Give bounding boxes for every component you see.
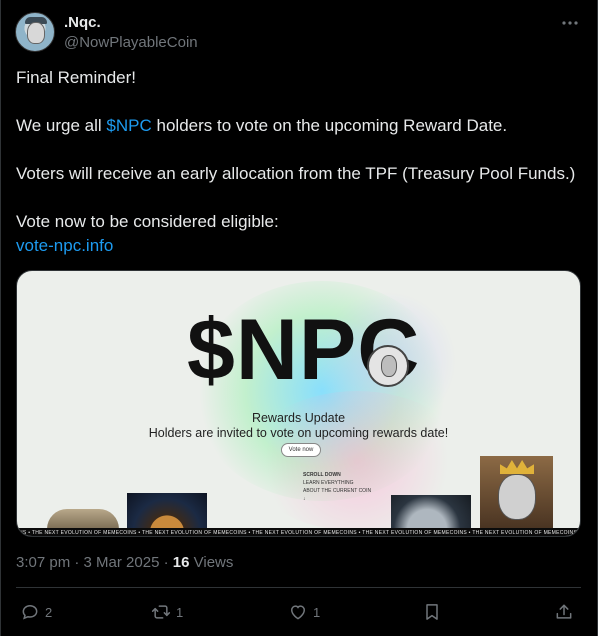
npc-face-shape [381,355,397,377]
tweet-line: We urge all $NPC holders to vote on the … [16,114,581,138]
media-rewards-title: Rewards Update [251,411,346,425]
divider [16,587,581,588]
media-thumbnail [391,495,471,529]
tweet-line: Vote now to be considered eligible: [16,212,279,231]
tweet-line: Final Reminder! [16,68,136,87]
more-horizontal-icon [562,21,578,25]
bookmark-button[interactable] [422,598,442,626]
crown-icon [500,460,534,474]
share-icon [556,604,572,619]
media-ticker-band: NS • THE NEXT EVOLUTION OF MEMECOINS • T… [17,528,581,536]
like-count: 1 [313,604,321,620]
tweet-gap [16,138,581,162]
share-button[interactable] [554,598,574,626]
scroll-hint-line: LEARN EVERYTHING [303,480,354,486]
action-bar: 2 1 1 [16,598,581,626]
media-thumbnail [47,509,119,529]
tweet-meta: 3:07 pm · 3 Mar 2025 · 16 Views [16,554,233,571]
media-rewards-subtitle: Holders are invited to vote on upcoming … [148,426,449,440]
media-scroll-hint: SCROLL DOWN LEARN EVERYTHING ABOUT THE C… [303,471,383,503]
tweet-body: Final Reminder! We urge all $NPC holders… [16,66,581,258]
repost-count: 1 [176,604,184,620]
like-icon [290,605,306,620]
npc-head-shape [498,474,536,520]
tweet-line: Voters will receive an early allocation … [16,164,576,183]
views-count: 16 [172,554,190,571]
left-border [0,0,1,636]
author-handle[interactable]: @NowPlayableCoin [64,34,198,51]
avatar-face [27,22,45,44]
meta-separator: · [163,554,169,571]
tweet-line-segment: We urge all [16,116,102,135]
meta-separator: · [74,554,80,571]
npc-face-icon [367,345,409,387]
reply-button[interactable]: 2 [20,598,52,626]
reply-icon [22,604,38,620]
like-button[interactable]: 1 [288,598,320,626]
tweet-gap [16,186,581,210]
avatar[interactable] [15,12,55,52]
arrow-down-icon: ↓ [303,496,306,502]
scroll-hint-line: SCROLL DOWN [303,472,341,478]
media-card[interactable]: $NPC Rewards Update Holders are invited … [16,270,581,537]
tweet-time[interactable]: 3:07 pm [16,554,70,571]
more-options-button[interactable] [555,12,585,34]
cashtag-link[interactable]: $NPC [106,116,151,135]
author-display-name[interactable]: .Nqc. [64,14,101,31]
repost-icon [151,605,171,619]
media-thumbnail-king [480,456,553,528]
media-vote-button: Vote now [281,443,321,457]
tweet-date[interactable]: 3 Mar 2025 [84,554,160,571]
repost-button[interactable]: 1 [151,598,183,626]
bookmark-icon [426,604,438,620]
views-label: Views [193,554,234,571]
scroll-hint-line: ABOUT THE CURRENT COIN [303,488,372,494]
reply-count: 2 [45,604,53,620]
tweet-line-segment: holders to vote on the upcoming Reward D… [156,116,508,135]
media-thumbnail [127,493,207,529]
tweet-gap [16,90,581,114]
tweet-header: .Nqc. @NowPlayableCoin [15,12,585,58]
external-link[interactable]: vote-npc.info [16,236,113,255]
